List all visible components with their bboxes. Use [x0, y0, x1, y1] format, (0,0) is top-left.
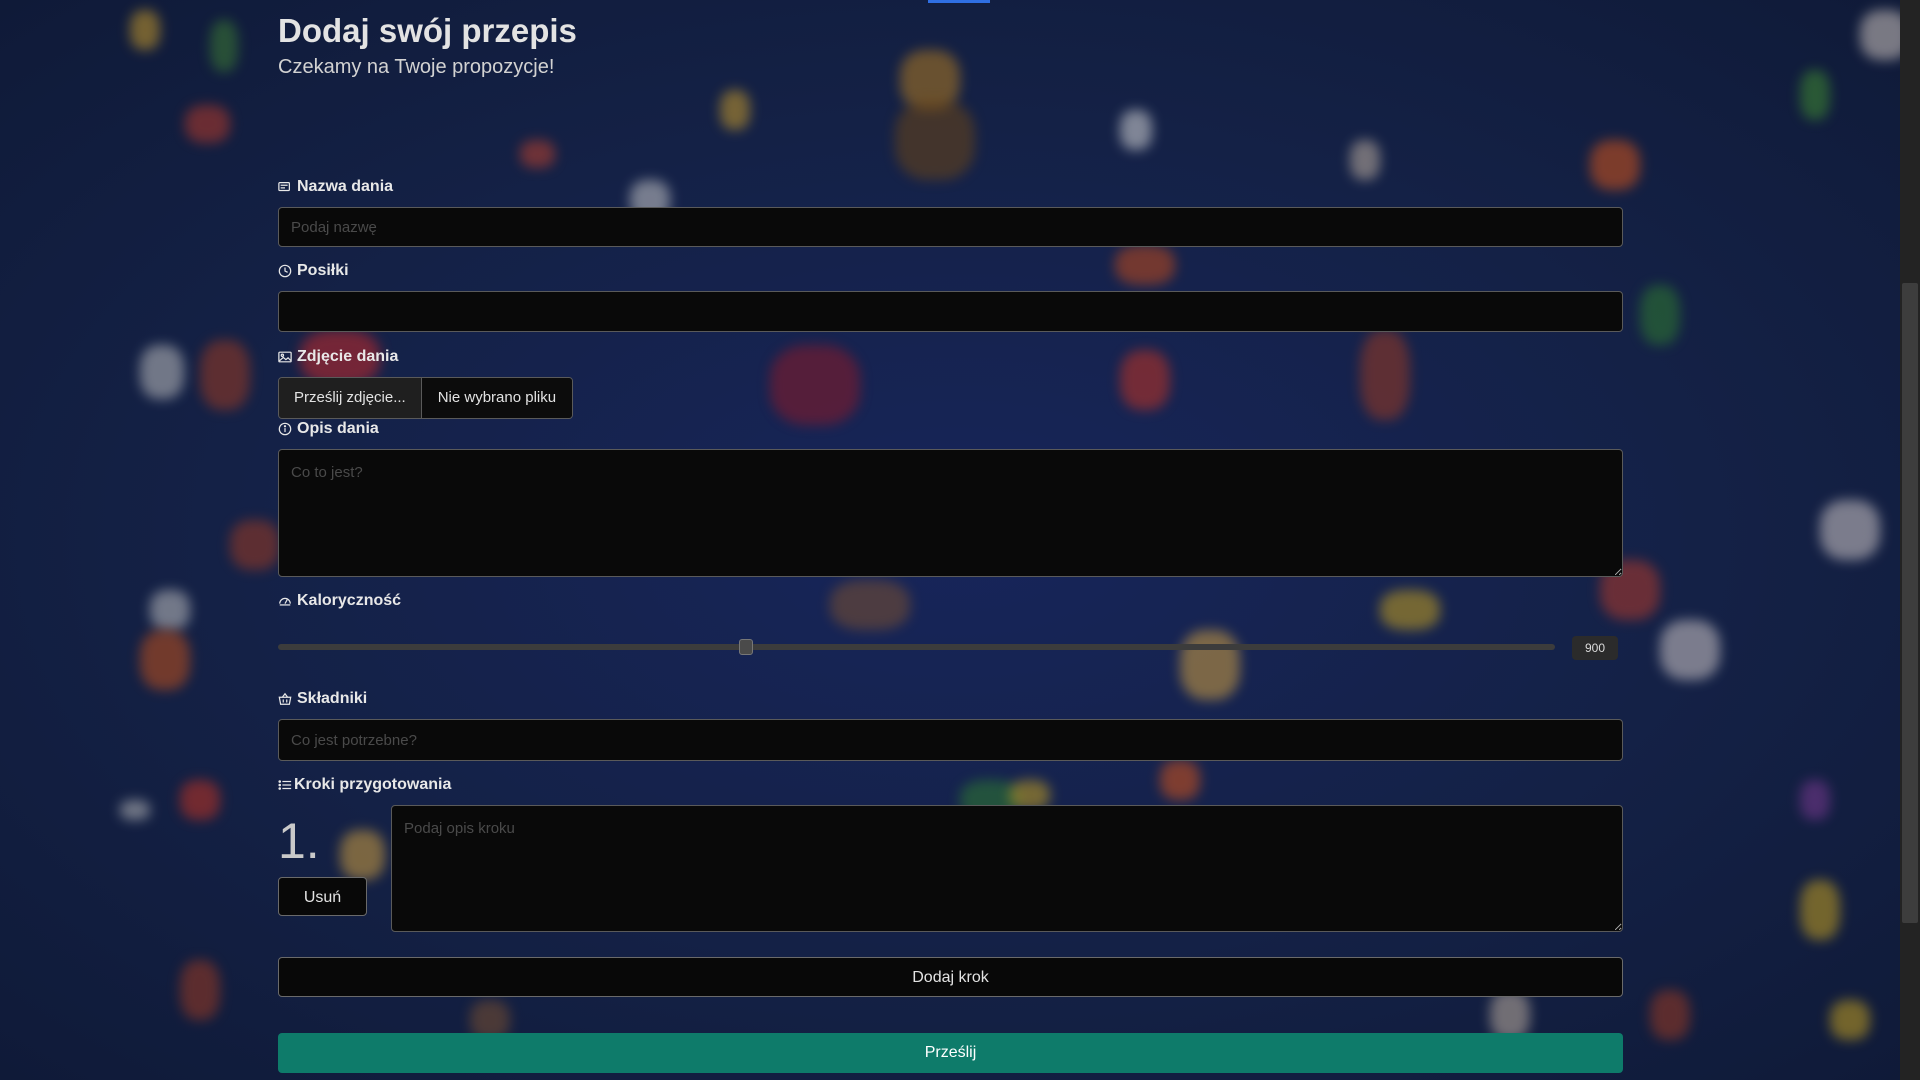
photo-file-input[interactable]: Prześlij zdjęcie... Nie wybrano pliku	[278, 377, 574, 419]
ingredients-input[interactable]	[278, 719, 1623, 761]
file-name-text: Nie wybrano pliku	[421, 378, 573, 418]
scrollbar-thumb[interactable]	[1902, 283, 1918, 923]
remove-step-button[interactable]: Usuń	[278, 877, 367, 916]
steps-label-text: Kroki przygotowania	[294, 776, 452, 793]
step-description-textarea[interactable]	[391, 805, 1623, 932]
description-textarea[interactable]	[278, 449, 1623, 577]
image-icon	[278, 351, 292, 363]
ingredients-label-text: Składniki	[297, 690, 368, 707]
top-progress-indicator	[928, 0, 990, 3]
photo-label: Zdjęcie dania	[278, 348, 398, 366]
add-step-button[interactable]: Dodaj krok	[278, 957, 1623, 997]
clock-icon	[278, 264, 292, 278]
scrollbar[interactable]	[1900, 0, 1920, 1080]
page-subtitle: Czekamy na Twoje propozycje!	[278, 56, 555, 78]
calories-label-text: Kaloryczność	[297, 592, 402, 609]
calories-label: Kaloryczność	[278, 592, 401, 610]
step-number: 1.	[278, 813, 320, 869]
upload-photo-button[interactable]: Prześlij zdjęcie...	[279, 378, 422, 418]
card-text-icon	[278, 182, 290, 192]
calories-slider[interactable]	[278, 639, 1555, 655]
description-label-text: Opis dania	[297, 420, 379, 437]
calories-slider-thumb[interactable]	[739, 639, 753, 655]
info-icon	[278, 422, 292, 436]
description-label: Opis dania	[278, 420, 379, 438]
speedometer-icon	[279, 597, 291, 606]
steps-label: Kroki przygotowania	[278, 776, 451, 794]
calories-value-badge: 900	[1572, 636, 1618, 660]
page-title: Dodaj swój przepis	[278, 12, 577, 49]
meals-select[interactable]	[278, 291, 1623, 332]
submit-button[interactable]: Prześlij	[278, 1033, 1623, 1073]
list-icon	[278, 780, 292, 790]
basket-icon	[278, 692, 292, 705]
name-label-text: Nazwa dania	[297, 178, 394, 195]
meals-label-text: Posiłki	[297, 262, 349, 279]
ingredients-label: Składniki	[278, 690, 367, 708]
dish-name-input[interactable]	[278, 207, 1623, 247]
meals-label: Posiłki	[278, 262, 349, 280]
photo-label-text: Zdjęcie dania	[297, 348, 399, 365]
name-label: Nazwa dania	[278, 178, 393, 196]
